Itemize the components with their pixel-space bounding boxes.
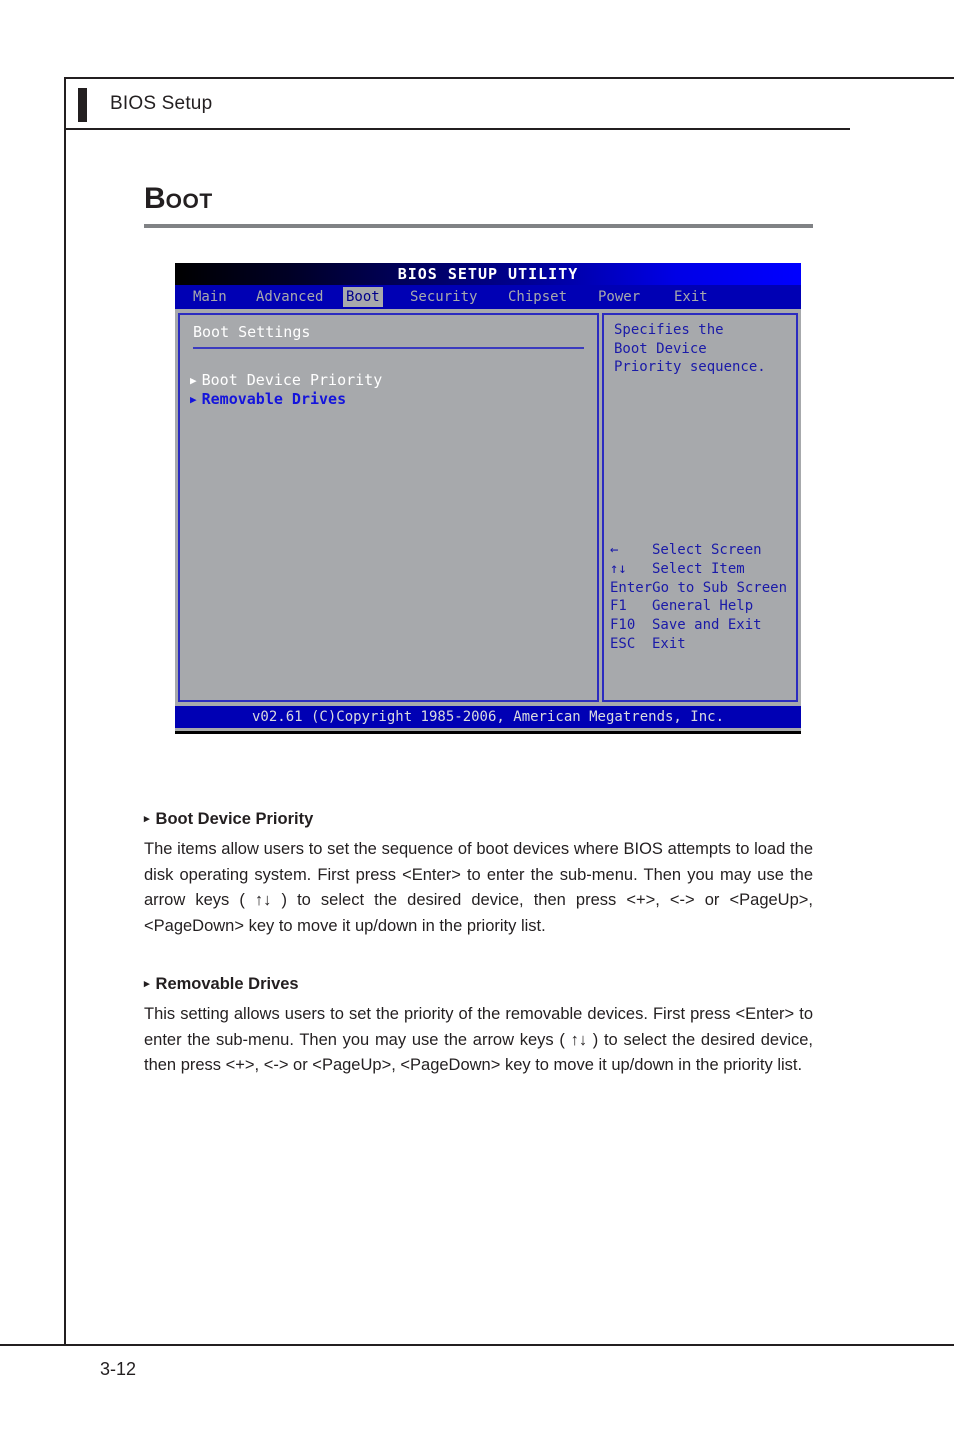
bios-legend-row: ↑↓ Select Item	[610, 560, 787, 579]
bios-content-area: Boot Settings ▶ Boot Device Priority ▶ Remo…	[175, 309, 801, 706]
bios-menu-tab-exit[interactable]: Exit	[671, 287, 711, 307]
bios-legend-desc: General Help	[652, 598, 754, 615]
section-heading-label: Boot Device Priority	[155, 810, 314, 828]
triangle-right-icon: ▶	[190, 374, 197, 387]
bios-list-item-label: Removable Drives	[201, 390, 347, 408]
bios-menu-tab-chipset[interactable]: Chipset	[505, 287, 570, 307]
bios-left-panel: Boot Settings ▶ Boot Device Priority ▶ Remo…	[178, 313, 599, 702]
bios-menu-tab-advanced[interactable]: Advanced	[253, 287, 326, 307]
page-title: BOOT	[144, 183, 213, 218]
page-header-title: BIOS Setup	[110, 93, 213, 114]
triangle-right-icon: ▶	[190, 393, 197, 406]
bios-status-bar: v02.61 (C)Copyright 1985-2006, American …	[175, 706, 801, 728]
bios-legend-desc: Select Item	[652, 560, 745, 577]
bios-copyright-text: v02.61 (C)Copyright 1985-2006, American …	[251, 709, 724, 725]
bios-settings-list: ▶ Boot Device Priority ▶ Removable Drives	[190, 371, 382, 409]
bios-setup-screenshot: BIOS SETUP UTILITY Main Advanced Boot Secur…	[175, 263, 801, 734]
section-body: This setting allows users to set the pri…	[144, 1005, 813, 1074]
boot-settings-underline	[193, 347, 584, 349]
section-heading: ▸ Removable Drives	[144, 973, 813, 995]
triangle-right-icon: ▸	[144, 978, 150, 990]
header-marker-bar	[78, 88, 87, 122]
bios-menu-bar[interactable]: Main Advanced Boot Security Chipset Power Exit	[175, 285, 801, 309]
page-title-underline	[144, 224, 813, 228]
bios-legend-desc: Select Screen	[652, 542, 762, 558]
bios-menu-tab-security[interactable]: Security	[407, 287, 480, 307]
bios-list-item-label: Boot Device Priority	[201, 371, 383, 389]
page-left-rule	[64, 77, 66, 1345]
bios-legend-key: ←	[610, 542, 619, 558]
bios-key-legend: ← Select Screen ↑↓ Select Item EnterGo to Su…	[610, 541, 787, 654]
page-title-rest: OOT	[165, 190, 213, 213]
section-body: The items allow users to set the sequenc…	[144, 840, 813, 935]
bios-help-text: Specifies the Boot Device Priority seque…	[614, 322, 766, 375]
bios-legend-row: ESC Exit	[610, 635, 787, 654]
bios-menu-tab-boot[interactable]: Boot	[343, 287, 383, 307]
bios-legend-key: F10	[610, 617, 636, 634]
bios-legend-key: F1	[610, 598, 627, 615]
header-divider	[65, 128, 850, 130]
boot-settings-heading: Boot Settings	[193, 323, 311, 341]
section-removable-drives: ▸ Removable Drives This setting allows us…	[144, 973, 813, 1079]
bios-window-title: BIOS SETUP UTILITY	[397, 265, 579, 283]
bios-legend-key: ESC	[610, 635, 636, 652]
bios-legend-row: F10 Save and Exit	[610, 616, 787, 635]
triangle-right-icon: ▸	[144, 813, 150, 825]
bios-legend-row: F1 General Help	[610, 597, 787, 616]
bios-legend-row: ← Select Screen	[610, 541, 787, 560]
bios-list-item[interactable]: ▶ Removable Drives	[190, 390, 382, 409]
bios-legend-desc: Save and Exit	[652, 617, 762, 634]
page-bottom-rule	[0, 1344, 954, 1346]
section-heading: ▸ Boot Device Priority	[144, 808, 813, 830]
page-title-initial: B	[144, 182, 166, 215]
bios-title-bar: BIOS SETUP UTILITY	[175, 263, 801, 285]
page-top-rule	[65, 77, 954, 79]
bios-legend-desc: Go to Sub Screen	[652, 579, 788, 596]
bios-menu-tab-power[interactable]: Power	[595, 287, 643, 307]
page-number: 3-12	[100, 1359, 137, 1379]
section-boot-device-priority: ▸ Boot Device Priority The items allow us…	[144, 808, 813, 939]
bios-legend-key: Enter	[610, 579, 653, 596]
section-heading-label: Removable Drives	[155, 975, 299, 993]
bios-list-item[interactable]: ▶ Boot Device Priority	[190, 371, 382, 390]
bios-legend-row: EnterGo to Sub Screen	[610, 579, 787, 598]
bios-menu-tab-main[interactable]: Main	[190, 287, 230, 307]
bios-legend-key: ↑↓	[610, 560, 627, 577]
bios-right-panel: Specifies the Boot Device Priority seque…	[602, 313, 798, 702]
bios-legend-desc: Exit	[652, 635, 686, 652]
